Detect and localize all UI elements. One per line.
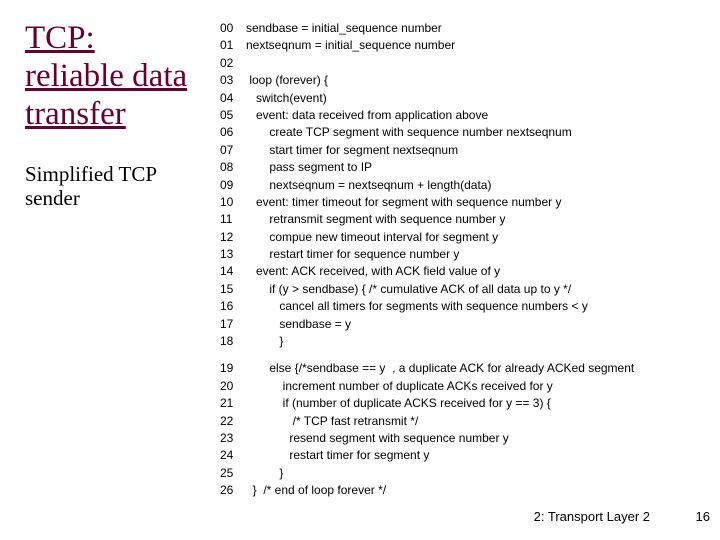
slide-subtitle: Simplified TCP sender <box>25 162 200 210</box>
slide: TCP: reliable data transfer Simplified T… <box>25 20 700 500</box>
line-number: 15 <box>220 281 246 298</box>
line-number: 07 <box>220 142 246 159</box>
code-text: } /* end of loop forever */ <box>246 482 386 499</box>
code-line: 02 <box>220 55 634 72</box>
code-line: 05 event: data received from application… <box>220 107 634 124</box>
code-text: restart timer for sequence number y <box>246 246 459 263</box>
line-number: 16 <box>220 298 246 315</box>
code-line: 18 } <box>220 333 634 350</box>
footer-label: 2: Transport Layer 2 <box>534 509 650 524</box>
code-text: } <box>246 465 283 482</box>
code-text: compue new timeout interval for segment … <box>246 229 498 246</box>
code-line: 06 create TCP segment with sequence numb… <box>220 124 634 141</box>
line-number: 05 <box>220 107 246 124</box>
code-line: 11 retransmit segment with sequence numb… <box>220 211 634 228</box>
code-line: 14 event: ACK received, with ACK field v… <box>220 263 634 280</box>
code-text: if (number of duplicate ACKS received fo… <box>246 395 551 412</box>
line-number: 04 <box>220 90 246 107</box>
line-number: 20 <box>220 378 246 395</box>
code-line: 07 start timer for segment nextseqnum <box>220 142 634 159</box>
code-line: 23 resend segment with sequence number y <box>220 430 634 447</box>
line-number: 06 <box>220 124 246 141</box>
code-text: event: ACK received, with ACK field valu… <box>246 263 500 280</box>
line-number: 11 <box>220 211 246 228</box>
line-number: 12 <box>220 229 246 246</box>
code-text: event: timer timeout for segment with se… <box>246 194 561 211</box>
code-line: 03 loop (forever) { <box>220 72 634 89</box>
code-text: nextseqnum = nextseqnum + length(data) <box>246 177 491 194</box>
code-text: else {/*sendbase == y , a duplicate ACK … <box>246 360 634 377</box>
line-number: 13 <box>220 246 246 263</box>
code-text: start timer for segment nextseqnum <box>246 142 458 159</box>
line-number: 21 <box>220 395 246 412</box>
line-number: 22 <box>220 413 246 430</box>
code-line: 15 if (y > sendbase) { /* cumulative ACK… <box>220 281 634 298</box>
line-number: 10 <box>220 194 246 211</box>
code-line: 24 restart timer for segment y <box>220 447 634 464</box>
code-text: /* TCP fast retransmit */ <box>246 413 418 430</box>
code-text: pass segment to IP <box>246 159 372 176</box>
line-number: 08 <box>220 159 246 176</box>
code-text: nextseqnum = initial_sequence number <box>246 37 455 54</box>
code-line: 16 cancel all timers for segments with s… <box>220 298 634 315</box>
code-text: cancel all timers for segments with sequ… <box>246 298 588 315</box>
line-number: 17 <box>220 316 246 333</box>
line-number: 00 <box>220 20 246 37</box>
line-number: 26 <box>220 482 246 499</box>
code-text: if (y > sendbase) { /* cumulative ACK of… <box>246 281 571 298</box>
code-line: 26 } /* end of loop forever */ <box>220 482 634 499</box>
line-number: 18 <box>220 333 246 350</box>
code-line: 08 pass segment to IP <box>220 159 634 176</box>
left-column: TCP: reliable data transfer Simplified T… <box>25 20 200 210</box>
code-text: } <box>246 333 283 350</box>
code-line: 12 compue new timeout interval for segme… <box>220 229 634 246</box>
code-text: loop (forever) { <box>246 72 328 89</box>
code-line: 20 increment number of duplicate ACKs re… <box>220 378 634 395</box>
code-line: 01nextseqnum = initial_sequence number <box>220 37 634 54</box>
line-number: 01 <box>220 37 246 54</box>
code-text: retransmit segment with sequence number … <box>246 211 505 228</box>
line-number: 02 <box>220 55 246 72</box>
code-text: sendbase = initial_sequence number <box>246 20 442 37</box>
code-line: 00sendbase = initial_sequence number <box>220 20 634 37</box>
code-gap <box>220 350 634 360</box>
line-number: 24 <box>220 447 246 464</box>
code-line: 04 switch(event) <box>220 90 634 107</box>
page-number: 16 <box>696 509 720 524</box>
line-number: 19 <box>220 360 246 377</box>
code-text: switch(event) <box>246 90 327 107</box>
code-line: 09 nextseqnum = nextseqnum + length(data… <box>220 177 634 194</box>
code-line: 19 else {/*sendbase == y , a duplicate A… <box>220 360 634 377</box>
slide-title: TCP: reliable data transfer <box>25 20 200 134</box>
code-text: create TCP segment with sequence number … <box>246 124 572 141</box>
line-number: 14 <box>220 263 246 280</box>
code-text: resend segment with sequence number y <box>246 430 509 447</box>
code-line: 25 } <box>220 465 634 482</box>
code-line: 21 if (number of duplicate ACKS received… <box>220 395 634 412</box>
line-number: 25 <box>220 465 246 482</box>
code-line: 10 event: timer timeout for segment with… <box>220 194 634 211</box>
code-text: increment number of duplicate ACKs recei… <box>246 378 553 395</box>
line-number: 09 <box>220 177 246 194</box>
code-block: 00sendbase = initial_sequence number01ne… <box>220 20 634 500</box>
code-line: 13 restart timer for sequence number y <box>220 246 634 263</box>
code-line: 17 sendbase = y <box>220 316 634 333</box>
code-text: event: data received from application ab… <box>246 107 488 124</box>
code-text: restart timer for segment y <box>246 447 429 464</box>
code-line: 22 /* TCP fast retransmit */ <box>220 413 634 430</box>
line-number: 23 <box>220 430 246 447</box>
line-number: 03 <box>220 72 246 89</box>
code-text: sendbase = y <box>246 316 351 333</box>
